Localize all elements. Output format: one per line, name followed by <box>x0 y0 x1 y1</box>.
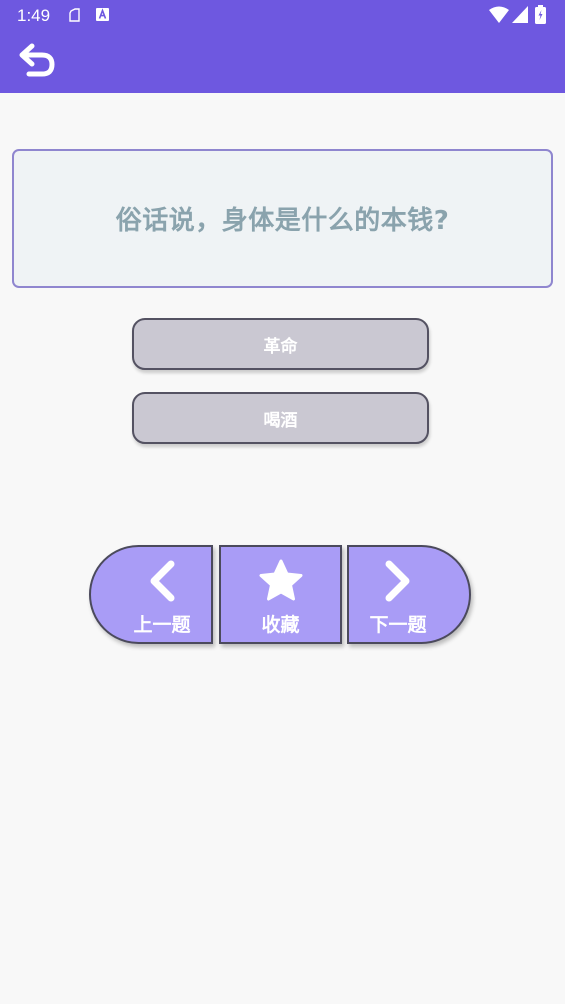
back-arrow-icon <box>18 43 56 81</box>
status-time: 1:49 <box>17 6 51 25</box>
signal-icon <box>512 6 528 27</box>
chevron-left-icon <box>113 559 211 603</box>
option-button-2[interactable]: 喝酒 <box>132 392 429 444</box>
previous-question-button[interactable]: 上一题 <box>89 545 213 644</box>
back-button[interactable] <box>14 41 60 83</box>
star-icon <box>221 559 340 603</box>
font-a-icon <box>95 7 110 26</box>
next-question-button[interactable]: 下一题 <box>347 545 471 644</box>
battery-icon <box>535 5 546 28</box>
question-text: 俗话说，身体是什么的本钱? <box>115 206 450 236</box>
option-button-1[interactable]: 革命 <box>132 318 429 370</box>
favorite-label: 收藏 <box>261 614 300 636</box>
chevron-right-icon <box>349 559 447 603</box>
question-card: 俗话说，身体是什么的本钱? <box>12 149 553 288</box>
previous-question-label: 上一题 <box>133 614 191 636</box>
next-question-label: 下一题 <box>369 614 427 636</box>
favorite-button[interactable]: 收藏 <box>219 545 342 644</box>
app-bar <box>0 30 565 93</box>
status-bar: 1:49 <box>0 0 565 30</box>
clipboard-icon <box>67 7 83 27</box>
wifi-icon <box>489 6 509 27</box>
